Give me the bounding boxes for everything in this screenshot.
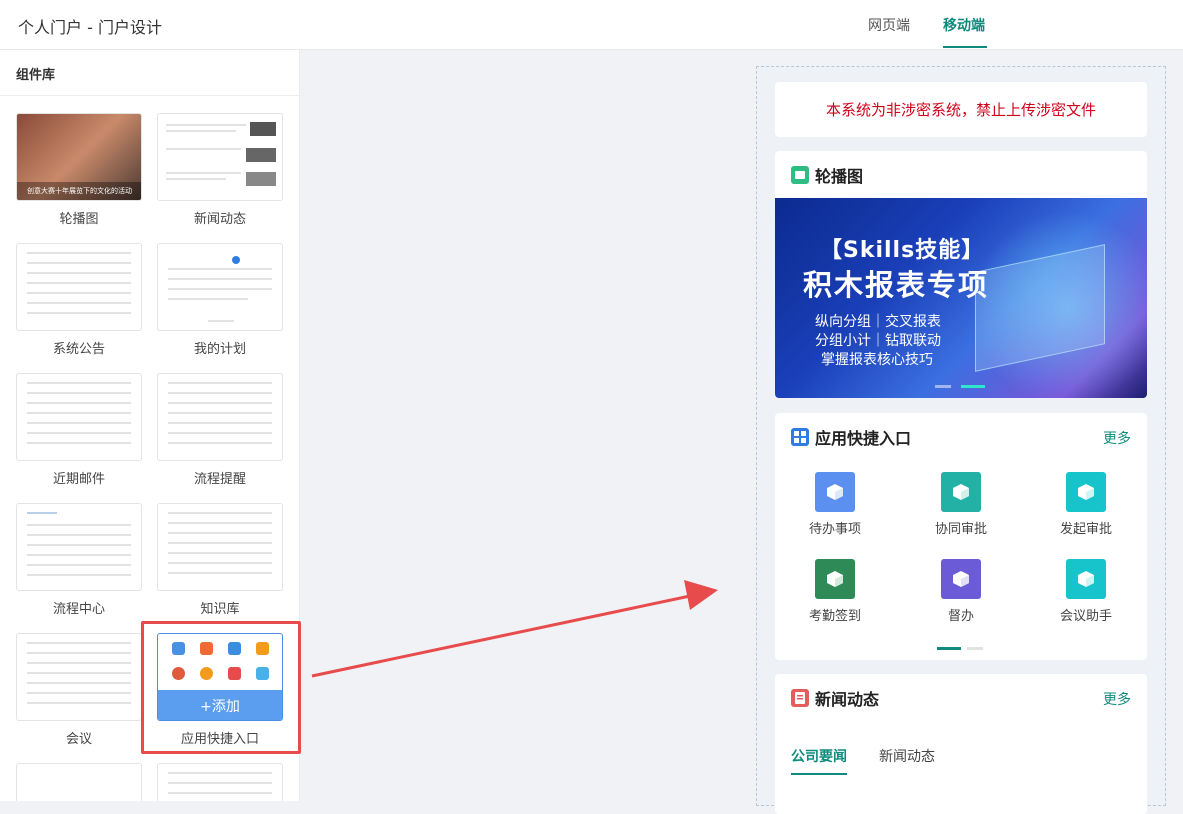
cube-icon bbox=[1066, 472, 1106, 512]
carousel-card[interactable]: 轮播图 【Skills技能】 积木报表专项 纵向分组｜交叉报表 分组小计｜钻取联… bbox=[775, 151, 1147, 398]
cube-icon bbox=[941, 559, 981, 599]
newspaper-icon bbox=[791, 689, 809, 707]
app-attendance[interactable]: 考勤签到 bbox=[780, 559, 890, 624]
news-card: 新闻动态 更多 公司要闻 新闻动态 bbox=[775, 674, 1147, 814]
app-approval[interactable]: 协同审批 bbox=[906, 472, 1016, 537]
app-label: 会议助手 bbox=[1059, 609, 1112, 624]
app-supervise[interactable]: 督办 bbox=[906, 559, 1016, 624]
mobile-preview-canvas: 本系统为非涉密系统，禁止上传涉密文件 轮播图 【Skills技能】 积木报表专项… bbox=[756, 66, 1166, 814]
apps-more-link[interactable]: 更多 bbox=[1103, 428, 1131, 448]
apps-page-dot-active[interactable] bbox=[937, 647, 961, 650]
banner-line: 分组小计｜钻取联动 bbox=[815, 333, 941, 349]
carousel-card-header: 轮播图 bbox=[791, 163, 863, 187]
banner-tag: 【Skills技能】 bbox=[820, 238, 985, 263]
news-tab-company[interactable]: 公司要闻 bbox=[791, 746, 847, 766]
security-notice: 本系统为非涉密系统，禁止上传涉密文件 bbox=[825, 101, 1096, 119]
app-shortcuts-card: 应用快捷入口 更多 待办事项 协同审批 发起审批 考勤签到 督办 会议助手 bbox=[775, 413, 1147, 660]
banner-headline: 积木报表专项 bbox=[803, 268, 990, 302]
carousel-title: 轮播图 bbox=[815, 167, 864, 186]
notice-card: 本系统为非涉密系统，禁止上传涉密文件 bbox=[775, 82, 1147, 137]
news-title: 新闻动态 bbox=[815, 690, 880, 709]
news-card-header: 新闻动态 bbox=[791, 686, 879, 710]
banner-line: 掌握报表核心技巧 bbox=[821, 352, 933, 368]
news-more-link[interactable]: 更多 bbox=[1103, 689, 1131, 709]
carousel-banner-image[interactable]: 【Skills技能】 积木报表专项 纵向分组｜交叉报表 分组小计｜钻取联动 掌握… bbox=[775, 198, 1147, 398]
app-label: 协同审批 bbox=[934, 522, 987, 537]
cube-icon bbox=[815, 472, 855, 512]
app-label: 督办 bbox=[947, 609, 974, 624]
banner-line: 纵向分组｜交叉报表 bbox=[815, 314, 941, 330]
app-todo[interactable]: 待办事项 bbox=[780, 472, 890, 537]
carousel-dot-active[interactable] bbox=[961, 385, 985, 388]
news-tab-underline bbox=[791, 773, 847, 775]
app-start-approval[interactable]: 发起审批 bbox=[1031, 472, 1141, 537]
app-label: 考勤签到 bbox=[808, 609, 861, 624]
app-meeting-assistant[interactable]: 会议助手 bbox=[1031, 559, 1141, 624]
carousel-dot[interactable] bbox=[935, 385, 951, 388]
app-shortcuts-title: 应用快捷入口 bbox=[815, 429, 912, 448]
carousel-icon bbox=[791, 166, 809, 184]
grid-icon bbox=[791, 428, 809, 446]
app-label: 待办事项 bbox=[808, 522, 861, 537]
cube-icon bbox=[941, 472, 981, 512]
apps-page-dot[interactable] bbox=[967, 647, 983, 650]
news-tab-news[interactable]: 新闻动态 bbox=[879, 746, 935, 766]
app-label: 发起审批 bbox=[1059, 522, 1112, 537]
app-shortcuts-header: 应用快捷入口 bbox=[791, 425, 911, 449]
cube-icon bbox=[1066, 559, 1106, 599]
cube-icon bbox=[815, 559, 855, 599]
